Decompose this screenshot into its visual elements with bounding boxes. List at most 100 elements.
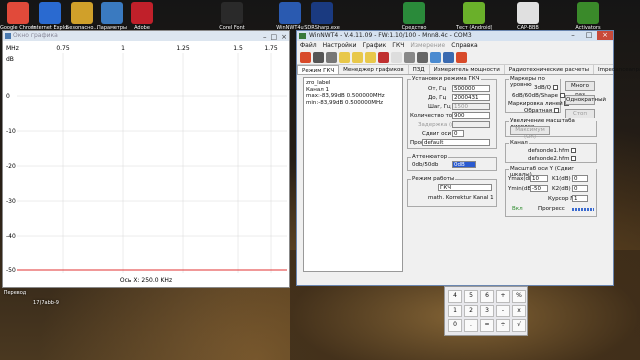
window-icon[interactable]	[430, 52, 441, 63]
calculator-key[interactable]: =	[480, 319, 494, 332]
menu-item[interactable]: Настройки	[323, 41, 357, 51]
delete-icon[interactable]	[378, 52, 389, 63]
x-tick-label: 0.75	[56, 45, 70, 52]
y-unit-label: dB	[6, 56, 14, 63]
close-doc-icon[interactable]	[456, 52, 467, 63]
file-label: defsonde1.hfm	[528, 148, 570, 154]
close-icon[interactable]: ×	[597, 31, 613, 40]
calculator-key[interactable]: √	[512, 319, 526, 332]
calculator-key[interactable]: 6	[480, 290, 494, 303]
attenuator-group: Аттенюатор 0db/50db 0dB	[407, 154, 497, 171]
winnwt-main-window[interactable]: WinNWT4 - V.4.11.09 - FW:1.10/100 - Mnn8…	[296, 30, 640, 286]
app-shortcut-icon	[221, 2, 243, 24]
y-scale-group: Масштаб оси Y (Сдвиг шкалы) Ymax(dB) 10 …	[505, 166, 597, 217]
checkbox[interactable]	[571, 156, 577, 161]
app-shortcut-icon	[7, 2, 29, 24]
zoom-button[interactable]: Максимум (On)	[510, 126, 550, 140]
calculator-key[interactable]: x	[512, 304, 526, 318]
menu-item[interactable]: Справка	[451, 41, 477, 51]
printer-icon[interactable]	[326, 52, 337, 63]
mode-select[interactable]: ГКЧ	[438, 184, 492, 191]
document-icon[interactable]	[391, 52, 402, 63]
marker-6db[interactable]: 6dB/60dB/Shape	[512, 93, 565, 99]
calculator-key[interactable]: +	[496, 290, 510, 303]
x-tick-label: 1.75	[264, 45, 278, 52]
calculator-key[interactable]: 1	[448, 304, 462, 318]
sweep-once-button[interactable]: Однократный	[565, 95, 606, 105]
export-icon[interactable]	[443, 52, 454, 63]
k1-select[interactable]: 0	[572, 175, 588, 182]
sweep-multi-button[interactable]: Много раз	[565, 81, 595, 98]
tab-bar: Режим ГКЧ Менеджер графиков ПЗД Измеритель …	[297, 65, 640, 75]
channel-file-1[interactable]: defsonde1.hfm	[528, 148, 577, 154]
ymin-select[interactable]: -50	[530, 185, 548, 192]
info-text-area[interactable]: zro_label Канал 1 max:-83,99dB 0.500000M…	[303, 77, 403, 272]
checkbox[interactable]	[571, 148, 577, 153]
tab[interactable]: ПЗД	[409, 65, 430, 74]
checkbox[interactable]	[559, 93, 565, 98]
desktop-label-file[interactable]: 17)7abb-9	[26, 300, 66, 306]
marker-label: 6dB/60dB/Shape	[512, 93, 558, 99]
graph-plot[interactable]: MHz dB 0.75 1 1.25 1.5 1.75 0 -10 -20 -30 -40 -50…	[3, 41, 289, 287]
channel-group: Канал defsonde1.hfm defsonde2.hfm	[505, 140, 597, 163]
step-input[interactable]: 1500	[452, 103, 490, 110]
calculator-key[interactable]: 5	[464, 290, 478, 303]
cursor-select[interactable]: 1	[572, 195, 588, 202]
menu-item[interactable]: Файл	[300, 41, 317, 51]
open-folder-icon[interactable]	[339, 52, 350, 63]
calculator-key[interactable]: 0	[448, 319, 462, 332]
calculator-key[interactable]: %	[512, 290, 526, 303]
print-icon[interactable]	[313, 52, 324, 63]
calculator-key[interactable]: 2	[464, 304, 478, 318]
k2-select[interactable]: 0	[572, 185, 588, 192]
step-label: Шаг, Гц	[428, 104, 451, 110]
channel-file-2[interactable]: defsonde2.hfm	[528, 156, 577, 162]
calculator-widget[interactable]: 4 5 6 +% 1 2 3- x 0. = ÷ √	[444, 286, 528, 336]
tab[interactable]: Радиотехнические расчеты	[505, 65, 594, 74]
x-tick-label: 1.5	[233, 45, 243, 52]
folder-icon[interactable]	[352, 52, 363, 63]
k1-label: K1(dB)	[552, 176, 571, 182]
mode-group: Режим работы ГКЧ math. Korrektur Kanal 1	[407, 176, 497, 207]
atten-select[interactable]: 0dB	[452, 161, 476, 168]
copy-icon[interactable]	[404, 52, 415, 63]
menu-item[interactable]: График	[362, 41, 386, 51]
checkbox[interactable]	[553, 108, 559, 113]
calculator-key[interactable]: -	[496, 304, 510, 318]
file-icon[interactable]	[365, 52, 376, 63]
start-freq-input[interactable]: 500000	[452, 85, 490, 92]
graph-window[interactable]: Окно графика – □ × MHz dB 0.75 1 1.25 1.5 1.75…	[2, 30, 290, 288]
graph-window-titlebar[interactable]: Окно графика – □ ×	[3, 31, 289, 41]
profile-select[interactable]: default	[422, 139, 490, 146]
app-shortcut-icon	[71, 2, 93, 24]
maximize-icon[interactable]: □	[581, 31, 597, 40]
points-input[interactable]: 900	[452, 112, 490, 119]
main-window-titlebar[interactable]: WinNWT4 - V.4.11.09 - FW:1.10/100 - Mnn8…	[297, 31, 613, 41]
marker-label: Маркировка линей	[508, 101, 563, 107]
tab[interactable]: Измеритель мощности	[430, 65, 505, 74]
delay-input[interactable]	[452, 121, 490, 128]
shift-input[interactable]: 0	[452, 130, 464, 137]
y-tick-label: -40	[6, 233, 16, 240]
power-icon[interactable]	[300, 52, 311, 63]
minimize-icon[interactable]: –	[565, 31, 581, 40]
marker-3db[interactable]: 3dB/Q	[534, 85, 558, 91]
app-icon	[299, 33, 306, 39]
marker-lines[interactable]: Маркировка линей	[508, 101, 570, 107]
calculator-key[interactable]: 4	[448, 290, 462, 303]
tab[interactable]: Режим ГКЧ	[297, 65, 340, 74]
settings-icon[interactable]	[417, 52, 428, 63]
calculator-key[interactable]: .	[464, 319, 478, 332]
checkbox[interactable]	[552, 85, 558, 90]
tab[interactable]: Менеджер графиков	[339, 65, 409, 74]
menu-item[interactable]: Измерение	[410, 41, 445, 51]
marker-inverse[interactable]: Обратная	[524, 108, 559, 114]
stop-freq-input[interactable]: 2000431	[452, 94, 490, 101]
marker-label: Обратная	[524, 108, 553, 114]
menu-item[interactable]: ГКЧ	[392, 41, 404, 51]
calculator-key[interactable]: ÷	[496, 319, 510, 332]
desktop-label-translate[interactable]: Перевод	[0, 290, 30, 296]
ymax-select[interactable]: 10	[530, 175, 548, 182]
tab[interactable]: Impedanceanpassung	[594, 65, 640, 74]
calculator-key[interactable]: 3	[480, 304, 494, 318]
